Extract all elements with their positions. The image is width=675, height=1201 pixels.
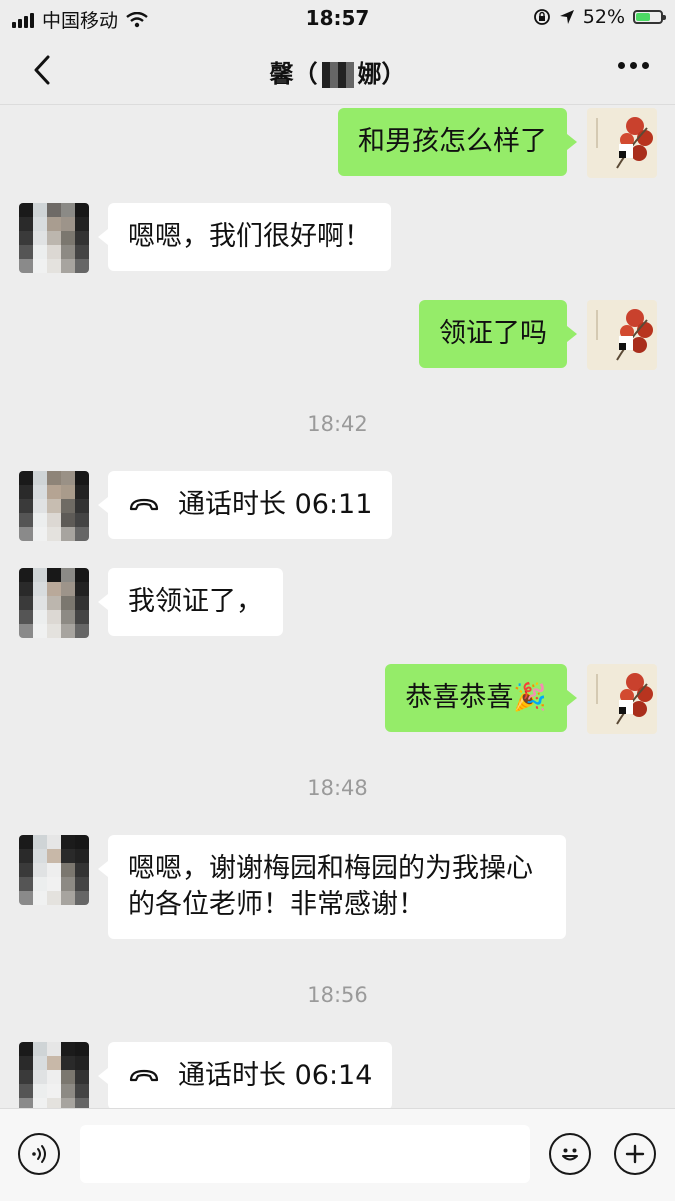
contact-avatar[interactable] [19,568,89,638]
message-row: 和男孩怎么样了 [0,108,675,178]
message-text: 我领证了， [128,586,263,617]
emoji-button[interactable] [549,1133,591,1175]
input-bar [0,1108,675,1201]
contact-avatar[interactable] [19,835,89,905]
flower-painting-avatar [587,664,657,734]
message-row: 恭喜恭喜🎉 [0,664,675,734]
battery-level [636,13,650,21]
my-avatar[interactable] [587,108,657,178]
contact-avatar[interactable] [19,203,89,273]
flower-painting-avatar [587,300,657,370]
more-icon-dot [630,62,637,69]
message-bubble-sent[interactable]: 领证了吗 [419,300,577,368]
party-popper-icon: 🎉 [513,682,547,713]
timestamp: 18:48 [307,776,368,800]
status-bar: 中国移动 18:57 52% [0,0,675,36]
chat-title: 馨（ 娜） [0,54,675,89]
message-bubble-received[interactable]: 嗯嗯，我们很好啊！ [98,203,391,271]
chat-title-name: 娜） [357,60,406,88]
timestamp: 18:56 [307,983,368,1007]
message-text: 嗯嗯，我们很好啊！ [128,221,371,252]
message-list[interactable]: 和男孩怎么样了 嗯嗯，我们很好啊！ 领证了吗 18:42 通话时长 06:11 … [0,105,675,1108]
pixelated-photo [19,835,89,905]
message-row: 我领证了， [0,568,675,638]
my-avatar[interactable] [587,300,657,370]
voice-icon [32,1145,46,1163]
pixelated-photo [19,471,89,541]
status-right: 52% [533,6,666,28]
emoji-icon [562,1148,578,1161]
message-text: 嗯嗯，谢谢梅园和梅园的为我操心的各位老师！非常感谢！ [128,853,533,920]
battery-icon [633,10,666,24]
call-duration-text: 通话时长 06:11 [178,489,373,520]
voice-button[interactable] [18,1133,60,1175]
orientation-lock-icon [533,9,550,25]
pixelated-photo [19,1042,89,1108]
location-icon [559,10,574,24]
more-icon-dot [618,62,625,69]
timestamp: 18:42 [307,412,368,436]
pixelated-photo [19,568,89,638]
flower-painting-avatar [587,108,657,178]
more-icon-dot [642,62,649,69]
message-input[interactable] [80,1125,530,1183]
phone-hangup-icon [129,1069,159,1082]
my-avatar[interactable] [587,664,657,734]
battery-percent: 52% [582,6,625,28]
message-bubble-sent[interactable]: 和男孩怎么样了 [338,108,577,176]
message-text: 和男孩怎么样了 [358,126,547,157]
message-bubble-received[interactable]: 我领证了， [98,568,283,636]
call-record-bubble[interactable]: 通话时长 06:14 [97,1042,393,1108]
contact-avatar[interactable] [19,1042,89,1108]
chat-header: 馨（ 娜） [0,36,675,105]
message-row: 嗯嗯，我们很好啊！ [0,203,675,273]
plus-icon [625,1144,645,1164]
message-row: 领证了吗 [0,300,675,370]
contact-avatar[interactable] [19,471,89,541]
more-button[interactable] [618,62,649,69]
redacted-name-block [321,62,354,88]
call-duration-text: 通话时长 06:14 [178,1060,373,1091]
message-row: 嗯嗯，谢谢梅园和梅园的为我操心的各位老师！非常感谢！ [0,835,675,941]
message-bubble-sent[interactable]: 恭喜恭喜🎉 [385,664,577,732]
pixelated-photo [19,203,89,273]
message-text: 恭喜恭喜 [405,682,514,713]
message-row: 通话时长 06:14 [0,1042,675,1108]
call-record-bubble[interactable]: 通话时长 06:11 [97,471,393,539]
message-row: 通话时长 06:11 [0,471,675,541]
message-text: 领证了吗 [439,318,547,349]
message-bubble-received[interactable]: 嗯嗯，谢谢梅园和梅园的为我操心的各位老师！非常感谢！ [98,835,566,939]
phone-hangup-icon [129,498,159,511]
chat-title-prefix: 馨（ [269,60,318,88]
add-button[interactable] [614,1133,656,1175]
